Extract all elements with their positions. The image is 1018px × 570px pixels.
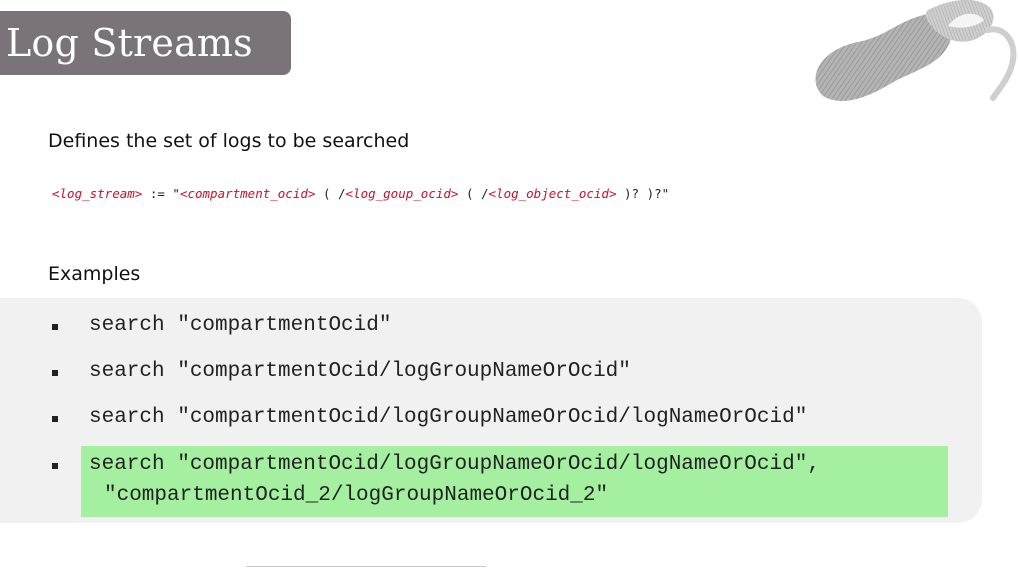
syntax-operator: := "	[142, 186, 180, 201]
bullet-icon	[52, 416, 58, 422]
example-code: search "compartmentOcid"	[89, 314, 392, 337]
decorative-illustration	[815, 0, 1017, 101]
syntax-group-open-1: ( /	[315, 186, 346, 201]
bullet-icon	[52, 370, 58, 376]
syntax-token-log-group: <log_goup_ocid>	[345, 186, 459, 201]
example-item-4: search "compartmentOcid/logGroupNameOrOc…	[52, 449, 820, 541]
examples-label: Examples	[48, 263, 141, 285]
divider	[246, 566, 486, 567]
bullet-icon	[52, 324, 58, 330]
example-code: search "compartmentOcid/logGroupNameOrOc…	[89, 406, 808, 429]
example-code: search "compartmentOcid/logGroupNameOrOc…	[89, 360, 631, 383]
slide-title: Log Streams	[6, 21, 253, 65]
example-code-line-2: "compartmentOcid_2/logGroupNameOrOcid_2"	[104, 484, 609, 507]
syntax-definition: <log_stream> := "<compartment_ocid> ( /<…	[52, 186, 669, 201]
syntax-token-compartment: <compartment_ocid>	[179, 186, 316, 201]
slide-title-tag: Log Streams	[0, 11, 291, 75]
syntax-group-open-2: ( /	[458, 186, 489, 201]
syntax-group-close: )? )?"	[616, 186, 670, 201]
syntax-token-log-stream: <log_stream>	[52, 186, 143, 201]
example-code-line-1: search "compartmentOcid/logGroupNameOrOc…	[89, 453, 820, 476]
section-heading: Defines the set of logs to be searched	[48, 130, 410, 152]
syntax-token-log-object: <log_object_ocid>	[488, 186, 617, 201]
bullet-icon	[52, 463, 58, 469]
